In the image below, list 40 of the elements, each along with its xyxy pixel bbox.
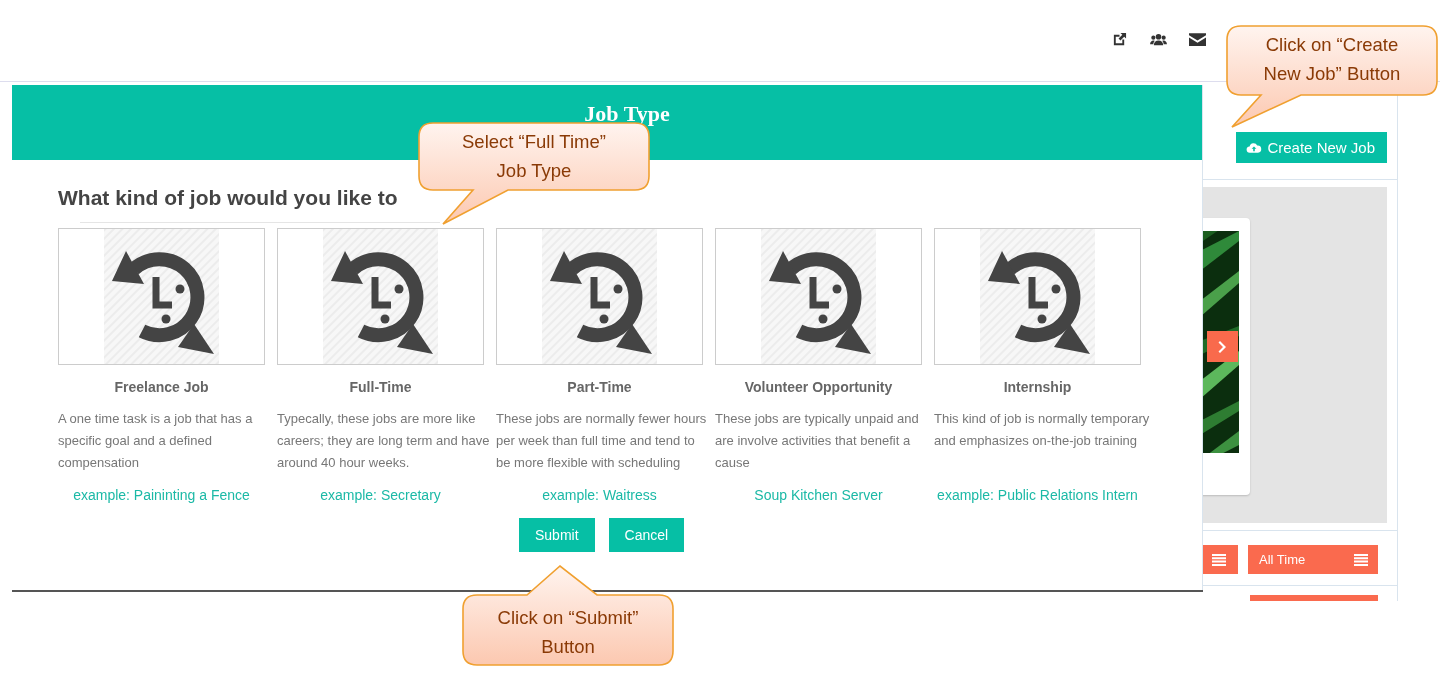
job-type-example: Soup Kitchen Server bbox=[753, 487, 884, 503]
clock-refresh-icon bbox=[104, 229, 219, 364]
job-type-title: Part-Time bbox=[566, 379, 633, 395]
cancel-button[interactable]: Cancel bbox=[608, 518, 685, 552]
job-type-title: Volunteer Opportunity bbox=[743, 379, 894, 395]
clock-refresh-icon bbox=[980, 229, 1095, 364]
job-type-card[interactable] bbox=[58, 228, 265, 365]
job-type-description: A one time task is a job that has a specific goal and a defined compensation bbox=[58, 410, 254, 472]
cloud-upload-icon bbox=[1246, 141, 1263, 154]
clock-refresh-icon bbox=[542, 229, 657, 364]
job-type-description: These jobs are normally fewer hours per week than full time and tend to be more flexible with scheduling bbox=[496, 410, 708, 472]
clock-refresh-icon bbox=[323, 229, 438, 364]
submit-button[interactable]: Submit bbox=[519, 518, 595, 552]
create-new-job-button[interactable]: Create New Job bbox=[1236, 132, 1387, 163]
time-filter-button[interactable]: All Time bbox=[1248, 545, 1378, 574]
envelope-icon[interactable] bbox=[1189, 32, 1206, 47]
job-type-example: example: Paininting a Fence bbox=[72, 487, 251, 503]
question-heading: What kind of job would you like to bbox=[58, 186, 399, 210]
job-type-example: example: Public Relations Intern bbox=[936, 487, 1139, 503]
job-type-card[interactable] bbox=[934, 228, 1141, 365]
users-icon[interactable] bbox=[1150, 32, 1167, 47]
callout: Click on “Submit” Button bbox=[462, 565, 674, 666]
list-icon bbox=[1212, 553, 1226, 566]
job-type-title: Freelance Job bbox=[113, 379, 210, 395]
job-type-example: example: Waitress bbox=[541, 487, 658, 503]
job-type-title: Internship bbox=[1002, 379, 1073, 395]
job-type-card[interactable] bbox=[277, 228, 484, 365]
job-type-description: These jobs are typically unpaid and are involve activities that benefit a cause bbox=[715, 410, 920, 472]
job-type-description: This kind of job is normally temporary and emphasizes on-the-job training bbox=[934, 410, 1150, 450]
list-icon bbox=[1354, 553, 1368, 566]
external-link-icon[interactable] bbox=[1111, 32, 1128, 47]
job-type-example: example: Secretary bbox=[319, 487, 442, 503]
job-type-card[interactable] bbox=[496, 228, 703, 365]
callout: Click on “Create New Job” Button bbox=[1226, 25, 1438, 128]
chevron-right-icon bbox=[1217, 339, 1228, 354]
next-arrow-button[interactable] bbox=[1207, 331, 1238, 362]
job-type-description: Typecally, these jobs are more like careers; they are long term and have around 40 hour weeks. bbox=[277, 410, 491, 472]
job-type-title: Full-Time bbox=[348, 379, 413, 395]
job-type-card[interactable] bbox=[715, 228, 922, 365]
clock-refresh-icon bbox=[761, 229, 876, 364]
